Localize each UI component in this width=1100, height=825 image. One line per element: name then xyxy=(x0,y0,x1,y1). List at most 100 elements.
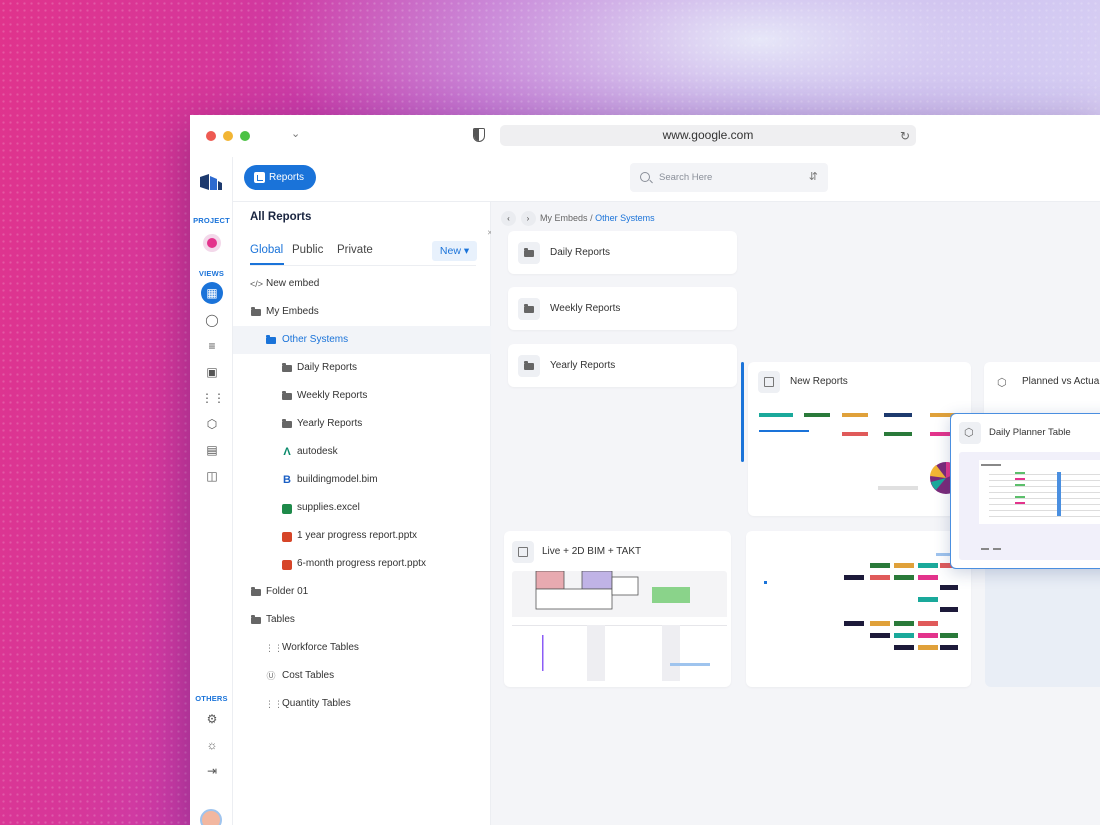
url-text: www.google.com xyxy=(662,128,754,142)
lightbulb-icon[interactable]: ☼ xyxy=(201,735,223,755)
search-placeholder: Search Here xyxy=(659,172,713,183)
folder-icon xyxy=(265,326,277,354)
breadcrumb-current[interactable]: Other Systems xyxy=(595,213,655,223)
cube-icon: ⬡ xyxy=(959,422,981,444)
avatar[interactable] xyxy=(200,809,222,825)
list-icon[interactable]: ≡ xyxy=(201,336,223,356)
columns-icon: ⋮⋮ xyxy=(265,699,283,709)
card-title: New Reports xyxy=(790,376,848,387)
tab-global[interactable]: Global xyxy=(250,244,283,256)
shield-icon[interactable] xyxy=(473,128,485,142)
tree-item-buildingmodel[interactable]: B buildingmodel.bim xyxy=(233,466,491,494)
pptx-icon xyxy=(281,550,293,578)
dollar-icon: Ⓤ xyxy=(266,671,276,681)
reports-button[interactable]: Reports xyxy=(244,165,316,190)
card-title: Live + 2D BIM + TAKT xyxy=(542,546,642,557)
bim-icon: B xyxy=(283,474,291,486)
tree-item-label: 6-month progress report.pptx xyxy=(297,558,426,569)
tree-item-label: Yearly Reports xyxy=(297,418,363,429)
tree-item-new-embed[interactable]: </> New embed xyxy=(233,270,491,298)
folder-icon xyxy=(250,578,262,606)
project-label: PROJECT xyxy=(193,216,230,225)
browser-icon[interactable]: ▤ xyxy=(201,440,223,460)
reports-tree-panel: All Reports ✕ Global Public Private New … xyxy=(233,202,493,825)
columns-icon: ⋮⋮ xyxy=(265,643,283,653)
browser-window: ⌄ www.google.com ↻ PROJECT VIEWS ▦ ◯ ≡ ▣… xyxy=(190,115,1100,825)
autodesk-icon: Λ xyxy=(283,446,291,458)
folder-card-daily-reports[interactable]: Daily Reports xyxy=(508,231,737,274)
tree-item-other-systems[interactable]: Other Systems xyxy=(233,326,491,354)
folder-icon xyxy=(281,382,293,410)
tree-item-label: Workforce Tables xyxy=(282,642,359,653)
tree-item-label: Other Systems xyxy=(282,334,349,345)
tab-public[interactable]: Public xyxy=(292,244,323,256)
chart-icon xyxy=(254,172,265,183)
tree-item-quantity-tables[interactable]: ⋮⋮ Quantity Tables xyxy=(233,690,491,718)
planner-table-thumbnail xyxy=(959,452,1100,560)
folder-icon xyxy=(250,606,262,634)
schedule-graphic xyxy=(764,553,958,650)
folder-icon xyxy=(518,242,540,264)
new-button-label: New xyxy=(439,245,461,257)
calendar-icon[interactable]: ▣ xyxy=(201,362,223,382)
tree-item-supplies-excel[interactable]: supplies.excel xyxy=(233,494,491,522)
chevron-down-icon[interactable]: ⌄ xyxy=(291,127,300,140)
minimize-window-button[interactable] xyxy=(223,131,233,141)
breadcrumb-separator: / xyxy=(590,213,593,223)
tree-item-1-year-report[interactable]: 1 year progress report.pptx xyxy=(233,522,491,550)
tree-item-6-month-report[interactable]: 6-month progress report.pptx xyxy=(233,550,491,578)
pptx-icon xyxy=(281,522,293,550)
forward-arrow-icon[interactable]: › xyxy=(520,211,536,226)
planner-table-graphic xyxy=(979,460,1100,550)
columns-icon[interactable]: ⋮⋮ xyxy=(201,388,225,408)
tree-item-workforce-tables[interactable]: ⋮⋮ Workforce Tables xyxy=(233,634,491,662)
report-card-schedule[interactable] xyxy=(746,531,971,687)
app-logo-icon[interactable] xyxy=(200,173,222,191)
tree-item-label: Cost Tables xyxy=(282,670,335,681)
close-window-button[interactable] xyxy=(206,131,216,141)
folder-card-yearly-reports[interactable]: Yearly Reports xyxy=(508,344,737,387)
tree-item-label: Tables xyxy=(266,614,295,625)
project-icon[interactable] xyxy=(203,234,221,252)
dashboard-icon[interactable]: ◯ xyxy=(201,310,223,330)
schedule-thumbnail xyxy=(754,541,964,681)
card-title: Weekly Reports xyxy=(550,303,621,314)
excel-icon xyxy=(281,494,293,522)
logout-icon[interactable]: ⇥ xyxy=(201,761,223,781)
folder-card-weekly-reports[interactable]: Weekly Reports xyxy=(508,287,737,330)
dragged-card-daily-planner-table[interactable]: ⬡ Daily Planner Table xyxy=(950,413,1100,569)
search-input[interactable]: Search Here ⇵ xyxy=(630,163,828,192)
report-card-new-reports[interactable]: New Reports xyxy=(748,362,971,516)
address-bar[interactable]: www.google.com ↻ xyxy=(500,125,916,146)
tree-item-my-embeds[interactable]: My Embeds xyxy=(233,298,491,326)
content-area: ‹ › My Embeds / Other Systems Daily Repo… xyxy=(491,202,1100,825)
bim-takt-thumbnail xyxy=(512,571,727,681)
tree-item-tables[interactable]: Tables xyxy=(233,606,491,634)
tree-item-weekly-reports[interactable]: Weekly Reports xyxy=(233,382,491,410)
grid-icon[interactable]: ▦ xyxy=(201,282,223,304)
filter-icon[interactable]: ⇵ xyxy=(809,163,818,192)
cube-icon: ⬡ xyxy=(992,371,1014,393)
gear-icon[interactable]: ⚙ xyxy=(201,709,223,729)
reports-button-label: Reports xyxy=(269,172,305,183)
tree-item-folder-01[interactable]: Folder 01 xyxy=(233,578,491,606)
tree-item-daily-reports[interactable]: Daily Reports xyxy=(233,354,491,382)
report-icon xyxy=(758,371,780,393)
maximize-window-button[interactable] xyxy=(240,131,250,141)
tree-item-label: My Embeds xyxy=(266,306,319,317)
tab-private[interactable]: Private xyxy=(337,244,373,256)
tree-item-yearly-reports[interactable]: Yearly Reports xyxy=(233,410,491,438)
tree-item-label: Daily Reports xyxy=(297,362,358,373)
layout-icon[interactable]: ◫ xyxy=(201,466,223,486)
dashboard-thumbnail-graphic xyxy=(759,413,961,494)
report-card-live-2d-bim[interactable]: Live + 2D BIM + TAKT xyxy=(504,531,731,687)
tree-item-cost-tables[interactable]: Ⓤ Cost Tables xyxy=(233,662,491,690)
panel-title: All Reports xyxy=(250,211,312,223)
tree-item-autodesk[interactable]: Λ autodesk xyxy=(233,438,491,466)
breadcrumb-parent[interactable]: My Embeds xyxy=(540,213,588,223)
cube-icon[interactable]: ⬡ xyxy=(201,414,223,434)
active-tab-indicator xyxy=(250,263,284,265)
back-arrow-icon[interactable]: ‹ xyxy=(501,211,516,226)
new-button[interactable]: New ▾ xyxy=(432,241,477,261)
reload-icon[interactable]: ↻ xyxy=(900,126,910,147)
